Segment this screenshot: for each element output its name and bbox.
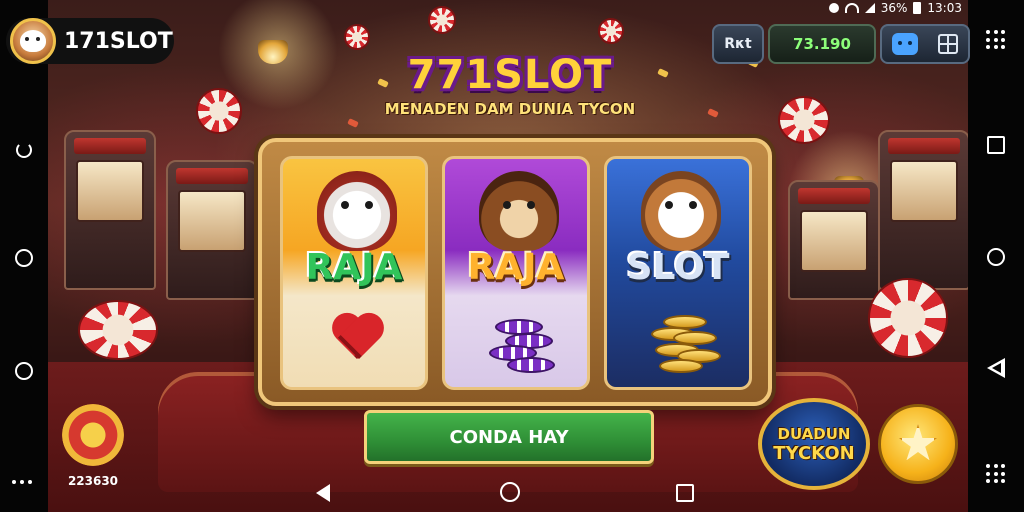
star-icon <box>898 424 938 461</box>
coins-icon <box>637 309 727 379</box>
nav-home-icon[interactable] <box>500 482 520 502</box>
mascot-eyes <box>503 201 511 209</box>
logo-text: 171SLOT <box>64 28 173 54</box>
signal-icon <box>864 3 875 13</box>
mascot-bear-icon <box>479 171 559 251</box>
poker-chip-decor <box>868 278 948 358</box>
reel-3[interactable]: SLOT <box>604 156 752 390</box>
confetti <box>657 68 669 78</box>
mascot-warrior-icon <box>317 171 397 251</box>
game-subtitle: MENADEN DAM DUNIA TYCON <box>384 100 636 118</box>
bonus-badge-value: 223630 <box>67 474 119 488</box>
poker-chip-decor <box>196 88 242 134</box>
balance-display: 73.190 <box>768 24 876 64</box>
poker-chip-decor <box>78 300 158 360</box>
tycoon-badge[interactable]: DUADUN TYCKON <box>758 398 870 490</box>
rotate-icon[interactable] <box>16 142 32 158</box>
reel-1-word: RAJA <box>305 247 403 288</box>
slot-reel-frame: RAJA RAJA SLOT <box>258 138 772 406</box>
heart-icon <box>329 315 385 359</box>
poker-chip-decor <box>778 96 830 144</box>
grid-icon[interactable] <box>938 34 958 54</box>
poker-chip-decor <box>428 6 456 34</box>
mascot-eyes <box>341 201 349 209</box>
mascot-dog-icon <box>641 171 721 251</box>
reel-2-word: RAJA <box>467 247 565 288</box>
tycoon-line-1: DUADUN <box>777 424 851 443</box>
right-system-bar <box>968 0 1024 512</box>
play-button[interactable]: CONDA HAY <box>364 410 654 464</box>
battery-percent: 36% <box>880 1 908 15</box>
hud-icon-group <box>880 24 970 64</box>
mascot-eyes <box>665 201 673 209</box>
left-system-bar <box>0 0 48 512</box>
home-circle-icon[interactable] <box>987 248 1005 266</box>
title-block: 771SLOT MENADEN DAM DUNIA TYCON <box>380 52 640 118</box>
game-title: 771SLOT <box>407 52 613 98</box>
gamepad-icon[interactable] <box>892 33 918 55</box>
notification-dot-icon <box>828 3 839 13</box>
more-dots-icon[interactable] <box>12 480 32 484</box>
reel-1[interactable]: RAJA <box>280 156 428 390</box>
status-time: 13:03 <box>927 1 962 15</box>
slot-machine-decor <box>878 130 968 290</box>
bonus-badge-icon[interactable] <box>62 404 124 466</box>
status-bar: 36% 13:03 <box>768 0 968 16</box>
game-logo-pill[interactable]: 171SLOT <box>6 18 174 64</box>
chips-icon <box>479 309 559 379</box>
slot-machine-decor <box>166 160 258 300</box>
nav-recents-icon[interactable] <box>676 484 694 502</box>
reel-3-word: SLOT <box>626 247 730 288</box>
circle-icon[interactable] <box>15 362 33 380</box>
tycoon-line-2: TYCKON <box>773 442 855 464</box>
back-triangle-icon[interactable] <box>987 358 1005 378</box>
reel-2[interactable]: RAJA <box>442 156 590 390</box>
rkt-button[interactable]: Rκt <box>712 24 764 64</box>
nav-back-icon[interactable] <box>316 484 330 502</box>
home-ring-icon[interactable] <box>15 249 33 267</box>
poker-chip-decor <box>344 24 370 50</box>
slot-machine-decor <box>64 130 156 290</box>
apps-grid-icon-bottom[interactable] <box>986 464 1006 484</box>
slot-machine-decor <box>788 180 880 300</box>
poker-chip-decor <box>598 18 624 44</box>
confetti <box>707 108 719 118</box>
confetti <box>347 118 359 128</box>
recents-square-icon[interactable] <box>987 136 1005 154</box>
battery-icon <box>913 2 922 14</box>
wifi-icon <box>844 3 859 13</box>
avatar[interactable] <box>10 18 56 64</box>
star-button[interactable] <box>878 404 958 484</box>
apps-grid-icon-top[interactable] <box>986 30 1006 50</box>
